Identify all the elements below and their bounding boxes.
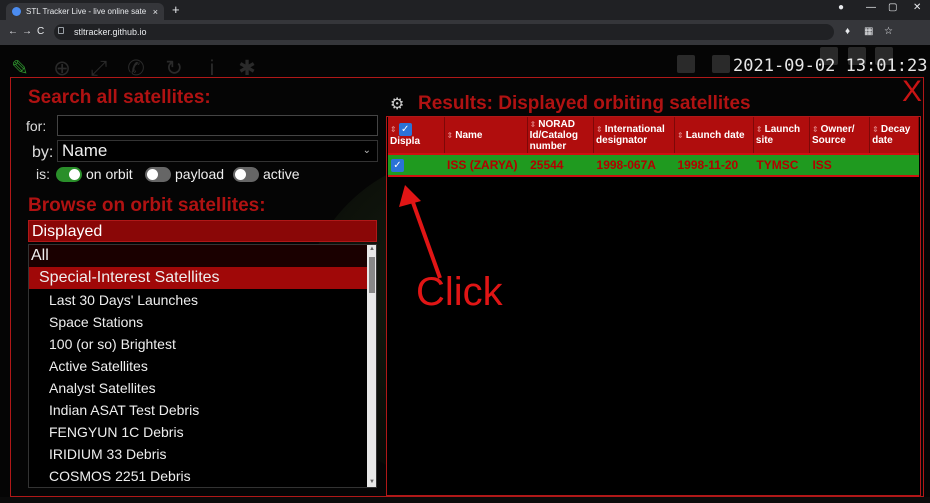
row-intl: 1998-067A: [593, 153, 675, 177]
minimize-icon[interactable]: —: [866, 2, 876, 13]
list-item[interactable]: COSMOS 2251 Debris: [29, 465, 368, 487]
forward-icon[interactable]: →: [22, 26, 32, 37]
search-heading: Search all satellites:: [28, 87, 211, 108]
toggle-active-label: active: [263, 166, 300, 182]
scrollbar-thumb[interactable]: [369, 257, 375, 293]
toggle-payload-label: payload: [175, 166, 225, 182]
scroll-up-icon[interactable]: ▲: [369, 246, 375, 252]
column-owner[interactable]: ⇕ Owner/ Source: [809, 117, 871, 154]
chevron-down-icon: ⌄: [362, 145, 371, 156]
toggle-on-orbit[interactable]: [56, 167, 82, 182]
sort-icon: ⇕: [529, 119, 537, 129]
tab-title: STL Tracker Live - live online sate: [26, 7, 147, 16]
list-scrollbar[interactable]: ▲ ▼: [367, 245, 376, 487]
browser-tab[interactable]: STL Tracker Live - live online sate ×: [6, 3, 164, 20]
toggle-payload[interactable]: [145, 167, 171, 182]
list-item[interactable]: Last 30 Days' Launches: [29, 289, 368, 311]
sort-icon: ⇕: [677, 130, 684, 140]
pause-icon[interactable]: [712, 55, 730, 73]
window-close-icon[interactable]: ✕: [913, 2, 921, 13]
is-label: is:: [36, 166, 50, 182]
select-all-checkbox[interactable]: ✓: [398, 123, 412, 136]
by-label: by:: [32, 144, 54, 161]
lock-icon: [58, 27, 64, 34]
sort-icon: ⇕: [390, 125, 397, 135]
list-item[interactable]: FENGYUN 1C Debris: [29, 421, 368, 443]
new-tab-button[interactable]: +: [172, 2, 180, 17]
reload-icon[interactable]: C: [37, 26, 44, 37]
row-launch-date: 1998-11-20: [674, 153, 754, 177]
toggle-active[interactable]: [233, 167, 259, 182]
row-site: TYMSC: [753, 153, 810, 177]
results-header-row: ⇕ ✓Displa ⇕ Name ⇕ NORAD Id/Catalog number …: [388, 117, 919, 154]
row-decay: [869, 153, 919, 177]
row-displayed-checkbox[interactable]: ✓: [391, 159, 404, 173]
table-row[interactable]: ✓ ISS (ZARYA) 25544 1998-067A 1998-11-20…: [388, 153, 919, 177]
column-name[interactable]: ⇕ Name: [444, 117, 528, 154]
list-item-special-interest[interactable]: Special-Interest Satellites: [29, 267, 368, 289]
displayed-filter[interactable]: Displayed: [28, 220, 377, 242]
results-table: ⇕ ✓Displa ⇕ Name ⇕ NORAD Id/Catalog number …: [388, 117, 919, 177]
app-area: ✎ ⊕ ⤢ ✆ ↻ i ✱ 2021-09-02 13:01:23 X Sear…: [0, 45, 930, 503]
scroll-down-icon[interactable]: ▼: [369, 479, 375, 485]
sort-icon: ⇕: [446, 130, 454, 140]
row-name: ISS (ZARYA): [444, 153, 528, 177]
search-input[interactable]: [57, 115, 378, 136]
list-item[interactable]: IRIDIUM 33 Debris: [29, 443, 368, 465]
list-item[interactable]: Active Satellites: [29, 355, 368, 377]
column-launch-date[interactable]: ⇕ Launch date: [674, 117, 754, 154]
sort-icon: ⇕: [755, 125, 763, 134]
list-item[interactable]: Space Stations: [29, 311, 368, 333]
column-intl-designator[interactable]: ⇕ International designator: [593, 117, 675, 154]
clock-readout: 2021-09-02 13:01:23: [733, 56, 928, 76]
sort-icon: ⇕: [872, 125, 879, 134]
browse-heading: Browse on orbit satellites:: [28, 195, 266, 216]
row-displayed-cell[interactable]: ✓: [388, 153, 445, 177]
column-displayed[interactable]: ⇕ ✓Displa: [388, 117, 445, 154]
back-icon[interactable]: ←: [8, 26, 18, 37]
address-bar-row: ← → C stltracker.github.io ♦ ▦ ☆: [0, 20, 930, 59]
sort-icon: ⇕: [596, 125, 603, 134]
list-item[interactable]: Analyst Satellites: [29, 377, 368, 399]
column-launch-site[interactable]: ⇕ Launch site: [753, 117, 810, 154]
camera-icon[interactable]: [677, 55, 695, 73]
maximize-icon[interactable]: ▢: [888, 2, 897, 13]
results-settings-icon[interactable]: ⚙: [390, 94, 404, 114]
category-list[interactable]: All Special-Interest Satellites Last 30 …: [28, 244, 377, 488]
search-by-value: Name: [62, 141, 108, 160]
profile-dot-icon[interactable]: ●: [838, 2, 844, 13]
qr-icon[interactable]: ▦: [864, 26, 873, 37]
star-icon[interactable]: ☆: [884, 26, 893, 37]
toggle-on-orbit-label: on orbit: [86, 166, 133, 182]
favicon-icon: [12, 7, 21, 16]
tab-close-icon[interactable]: ×: [153, 7, 158, 17]
sort-icon: ⇕: [811, 125, 819, 134]
location-icon[interactable]: ♦: [845, 26, 850, 37]
annotation-arrow-icon: [399, 185, 442, 279]
results-heading: Results: Displayed orbiting satellites: [418, 93, 751, 114]
list-item[interactable]: Indian ASAT Test Debris: [29, 399, 368, 421]
row-owner: ISS: [809, 153, 870, 177]
browser-tab-bar: STL Tracker Live - live online sate × + …: [0, 0, 930, 20]
search-by-select[interactable]: Name ⌄: [57, 140, 378, 162]
close-panel-button[interactable]: X: [902, 77, 922, 107]
bottom-strip: [0, 497, 930, 503]
for-label: for:: [26, 118, 47, 134]
list-item[interactable]: 100 (or so) Brightest: [29, 333, 368, 355]
click-annotation: Click: [416, 270, 503, 314]
row-norad: 25544: [527, 153, 594, 177]
column-decay-date[interactable]: ⇕ Decay date: [869, 117, 919, 154]
column-norad[interactable]: ⇕ NORAD Id/Catalog number: [527, 117, 595, 154]
url-field[interactable]: stltracker.github.io: [54, 24, 834, 40]
list-item-all[interactable]: All: [29, 245, 368, 267]
